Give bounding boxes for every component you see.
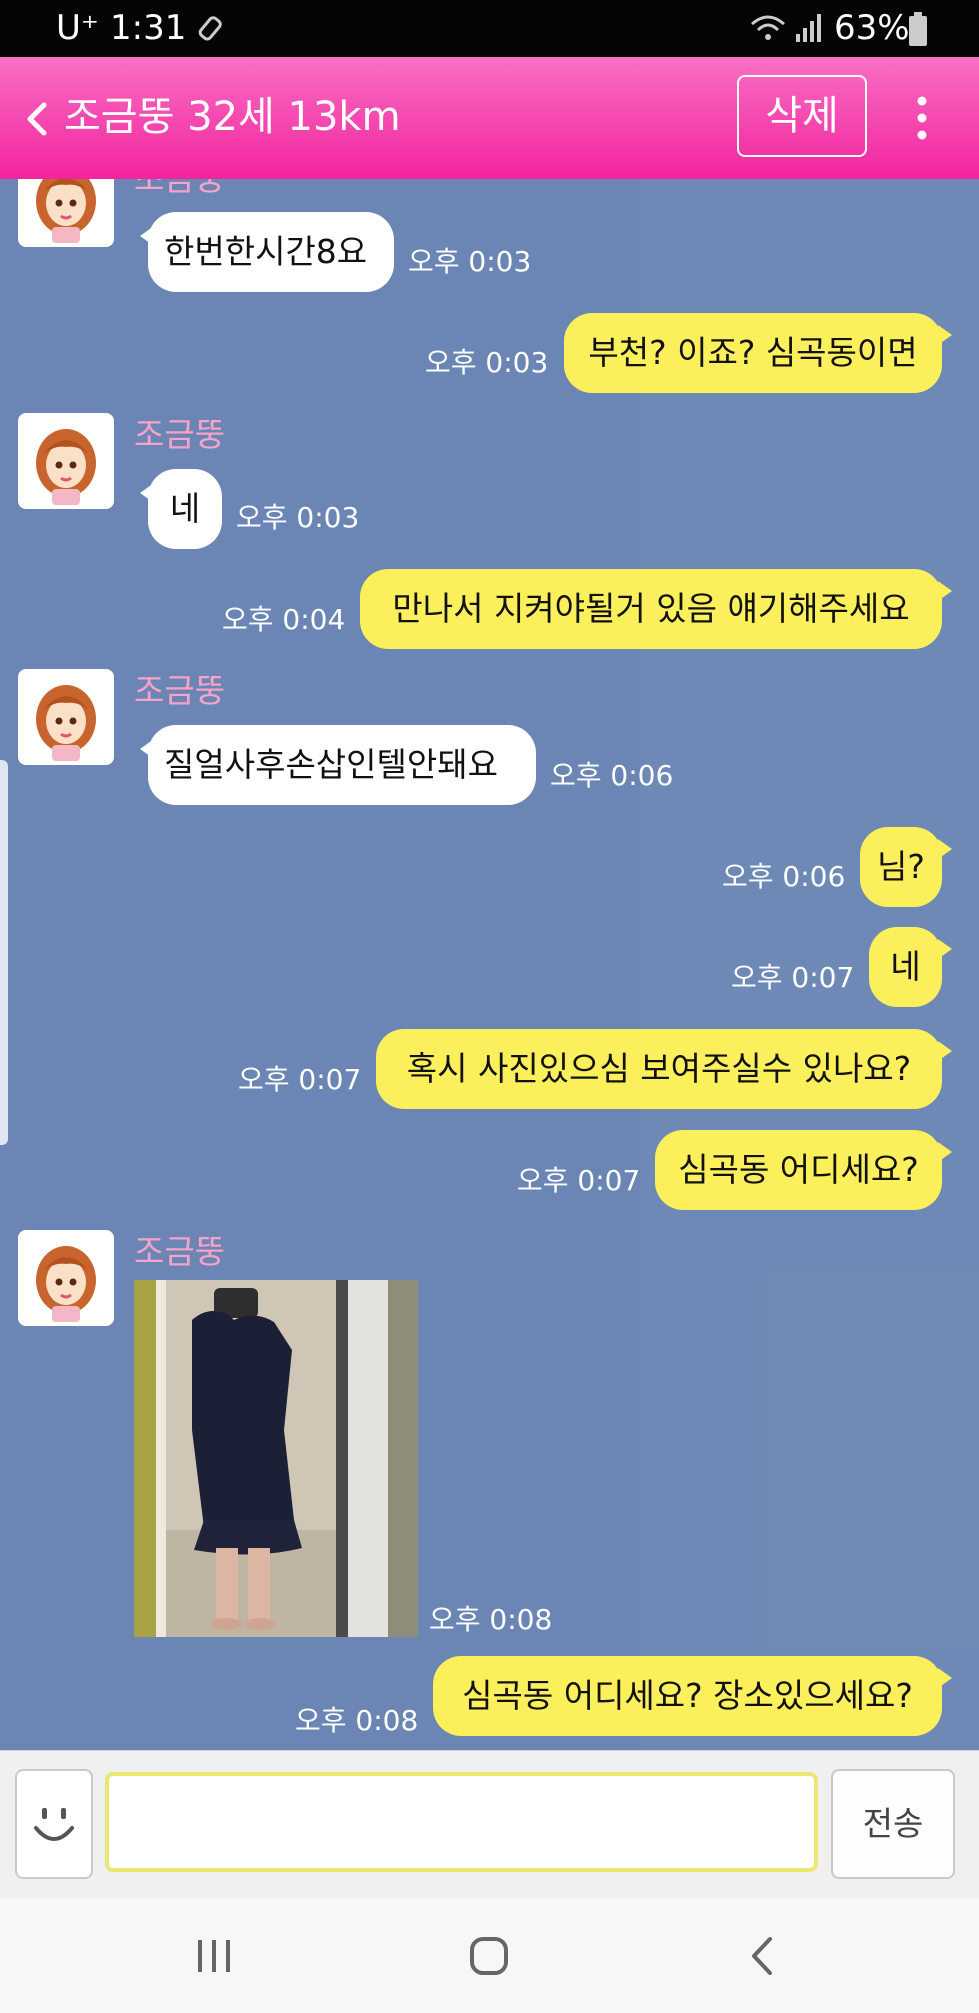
girl-avatar-icon (36, 429, 96, 505)
home-icon[interactable] (469, 1936, 509, 1976)
message-bubble-received[interactable]: 한번한시간8요 (140, 212, 394, 292)
girl-avatar-icon (36, 179, 96, 243)
message-time: 오후 0:06 (722, 860, 846, 893)
message-time: 오후 0:06 (550, 759, 674, 792)
partner-name: 조금뚱 (134, 1232, 226, 1271)
partner-avatar[interactable] (18, 669, 114, 765)
message-time: 오후 0:07 (517, 1164, 641, 1197)
usb-icon (198, 16, 222, 41)
message-time: 오후 0:03 (408, 245, 532, 278)
girl-avatar-icon (36, 685, 96, 761)
partner-name: 조금뚱 (134, 671, 226, 710)
status-bar: U⁺ 1:31 63% (0, 0, 979, 57)
message-bubble-sent[interactable]: 님? (860, 827, 952, 907)
message-time: 오후 0:08 (429, 1603, 553, 1636)
girl-avatar-icon (36, 1246, 96, 1322)
message-bubble-sent[interactable]: 만나서 지켜야될거 있음 얘기해주세요 (360, 569, 952, 649)
send-button[interactable]: 전송 (831, 1769, 955, 1879)
message-bubble-sent[interactable]: 네 (869, 927, 952, 1007)
message-bubble-sent[interactable]: 부천? 이죠? 심곡동이면 (564, 313, 952, 393)
carrier-label: U⁺ (56, 8, 99, 48)
partner-name: 조금뚱 (134, 415, 226, 454)
message-bubble-sent[interactable]: 심곡동 어디세요? 장소있으세요? (433, 1656, 952, 1736)
more-vertical-icon[interactable] (912, 95, 932, 141)
message-bubble-sent[interactable]: 심곡동 어디세요? (655, 1130, 952, 1210)
message-bubble-sent[interactable]: 혹시 사진있으심 보여주실수 있나요? (376, 1029, 952, 1109)
message-bubble-received[interactable]: 질얼사후손삽인텔안돼요 (140, 725, 536, 805)
message-time: 오후 0:03 (236, 501, 360, 534)
signal-icon (796, 14, 821, 42)
partner-avatar[interactable] (18, 1230, 114, 1326)
battery-percent: 63% (834, 8, 910, 48)
message-time: 오후 0:07 (731, 961, 855, 994)
message-input-bar: 전송 (0, 1750, 979, 1899)
chat-header: 조금뚱 32세 13km 삭제 (0, 57, 979, 179)
emoji-button[interactable] (15, 1769, 93, 1879)
mirror-selfie-photo (134, 1280, 418, 1637)
partner-name: 조금뚱 (134, 179, 225, 199)
message-time: 오후 0:04 (222, 603, 346, 636)
message-input[interactable] (105, 1772, 818, 1872)
smiley-icon (34, 1808, 74, 1841)
message-time: 오후 0:08 (295, 1704, 419, 1737)
message-bubble-received[interactable]: 네 (140, 469, 222, 549)
status-time: 1:31 (110, 8, 187, 48)
message-time: 오후 0:03 (425, 346, 549, 379)
back-icon[interactable] (748, 1936, 776, 1976)
chat-title: 조금뚱 32세 13km (64, 94, 401, 140)
chevron-left-icon[interactable] (22, 99, 50, 139)
message-time: 오후 0:07 (238, 1063, 362, 1096)
partner-avatar[interactable] (18, 413, 114, 509)
photo-message[interactable] (134, 1280, 418, 1637)
scroll-indicator[interactable] (0, 760, 8, 1145)
recent-apps-icon[interactable] (196, 1938, 232, 1974)
delete-button[interactable]: 삭제 (737, 75, 867, 157)
system-nav-bar (0, 1898, 979, 2013)
wifi-icon (751, 15, 785, 40)
chat-area[interactable]: 조금뚱 한번한시간8요 오후 0:03 오후 0:03 부천? 이죠? 심곡동이… (0, 179, 979, 1750)
battery-icon (909, 12, 927, 46)
partner-avatar[interactable] (18, 179, 114, 247)
